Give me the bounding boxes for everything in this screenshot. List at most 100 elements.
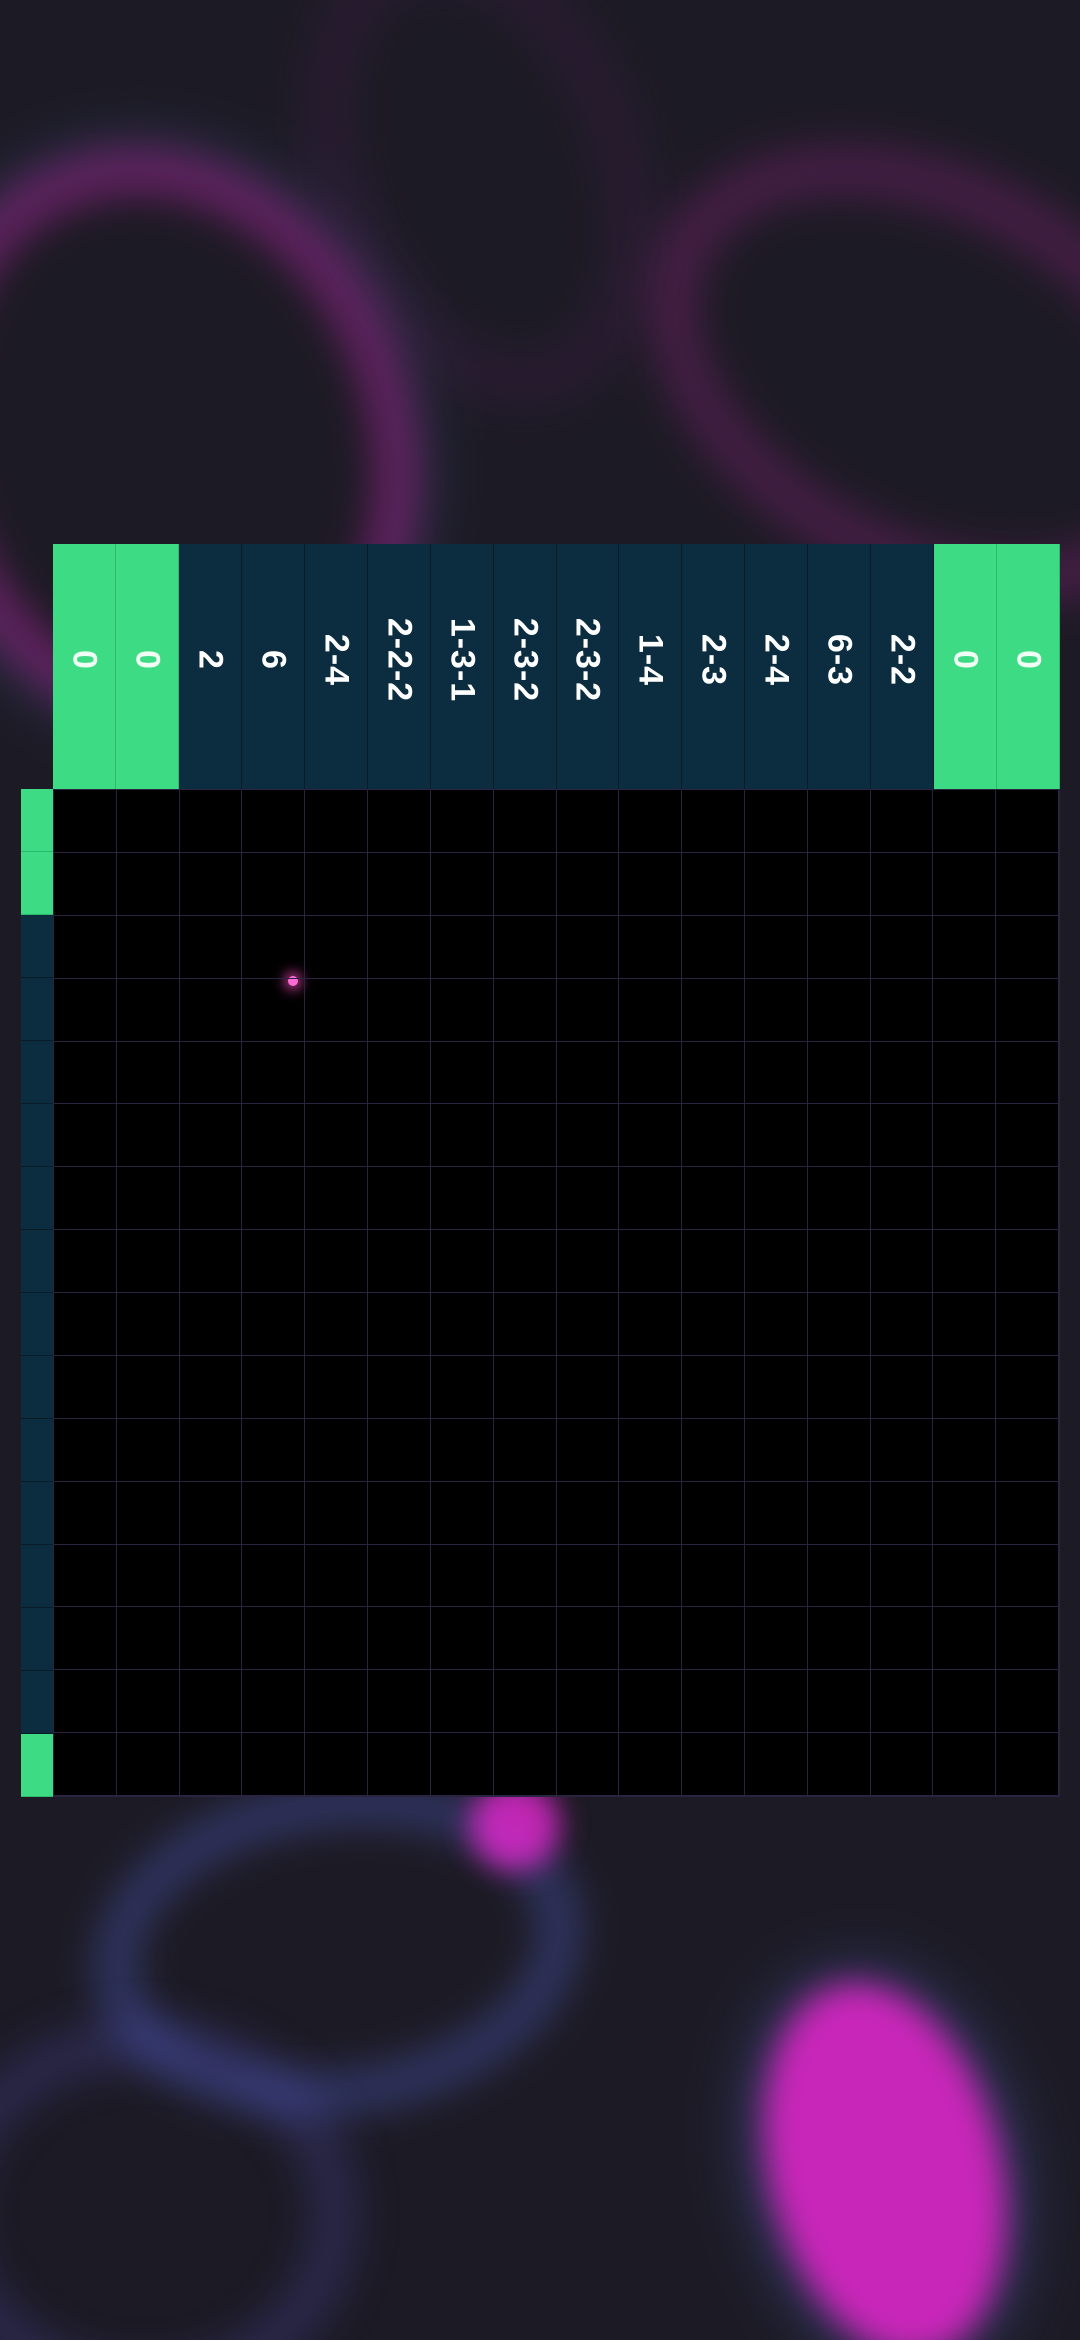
grid-cell[interactable] [368, 1670, 431, 1734]
grid-cell[interactable] [493, 1544, 557, 1608]
grid-cell[interactable] [807, 1355, 871, 1419]
grid-cell[interactable] [933, 1167, 997, 1231]
grid-cell[interactable] [54, 1481, 117, 1545]
grid-cell[interactable] [682, 1293, 745, 1356]
grid-cell[interactable] [305, 790, 369, 853]
grid-cell[interactable] [682, 1670, 745, 1734]
row-clue-4[interactable] [21, 978, 53, 1041]
column-clue-4[interactable]: 6 [241, 544, 305, 789]
grid-cell[interactable] [305, 978, 369, 1042]
grid-cell[interactable] [242, 1230, 306, 1293]
grid-cell[interactable] [493, 1230, 557, 1293]
grid-cell[interactable] [996, 978, 1059, 1042]
grid-cell[interactable] [619, 1733, 683, 1796]
row-clue-16[interactable] [21, 1734, 53, 1797]
grid-cell[interactable] [179, 1481, 243, 1545]
grid-cell[interactable] [870, 1041, 934, 1105]
grid-cell[interactable] [242, 978, 306, 1042]
grid-cell[interactable] [556, 852, 620, 916]
grid-cell[interactable] [556, 1733, 620, 1796]
grid-cell[interactable] [116, 1230, 180, 1293]
grid-cell[interactable] [430, 1481, 494, 1545]
grid-cell[interactable] [619, 1418, 683, 1482]
grid-cell[interactable] [933, 1104, 997, 1168]
grid-cell[interactable] [556, 1607, 620, 1671]
grid-cell[interactable] [305, 1293, 369, 1356]
grid-cell[interactable] [179, 1230, 243, 1293]
column-clue-6[interactable]: 2-2-2 [367, 544, 431, 789]
grid-cell[interactable] [493, 790, 557, 853]
grid-cell[interactable] [368, 915, 431, 979]
column-clue-8[interactable]: 2-3-2 [493, 544, 557, 789]
grid-cell[interactable] [996, 1733, 1059, 1796]
grid-cell[interactable] [807, 852, 871, 916]
grid-cell[interactable] [305, 1104, 369, 1168]
grid-cell[interactable] [556, 1041, 620, 1105]
grid-cell[interactable] [682, 1418, 745, 1482]
grid-cell[interactable] [179, 1355, 243, 1419]
grid-cell[interactable] [682, 1544, 745, 1608]
grid-cell[interactable] [179, 852, 243, 916]
grid-cell[interactable] [179, 1670, 243, 1734]
grid-cell[interactable] [870, 978, 934, 1042]
column-clue-3[interactable]: 2 [178, 544, 242, 789]
grid-cell[interactable] [619, 790, 683, 853]
grid-cell[interactable] [807, 1481, 871, 1545]
grid-cell[interactable] [242, 852, 306, 916]
grid-cell[interactable] [116, 1670, 180, 1734]
grid-cell[interactable] [116, 1544, 180, 1608]
grid-cell[interactable] [368, 978, 431, 1042]
grid-cell[interactable] [54, 790, 117, 853]
grid-cell[interactable] [996, 915, 1059, 979]
row-clue-1[interactable] [21, 789, 53, 852]
grid-cell[interactable] [54, 1041, 117, 1105]
column-clue-11[interactable]: 2-3 [682, 544, 746, 789]
grid-cell[interactable] [368, 1607, 431, 1671]
grid-cell[interactable] [242, 1041, 306, 1105]
grid-cell[interactable] [744, 1230, 808, 1293]
grid-cell[interactable] [430, 1293, 494, 1356]
grid-cell[interactable] [933, 1293, 997, 1356]
grid-cell[interactable] [619, 1230, 683, 1293]
grid-cell[interactable] [807, 1293, 871, 1356]
grid-cell[interactable] [179, 1607, 243, 1671]
grid-cell[interactable] [870, 1418, 934, 1482]
grid-cell[interactable] [870, 1733, 934, 1796]
grid-cell[interactable] [179, 1293, 243, 1356]
grid-cell[interactable] [870, 1104, 934, 1168]
grid-cell[interactable] [996, 1293, 1059, 1356]
row-clue-5[interactable] [21, 1041, 53, 1104]
grid-cell[interactable] [116, 978, 180, 1042]
row-clue-3[interactable] [21, 915, 53, 978]
grid-cell[interactable] [744, 978, 808, 1042]
grid-cell[interactable] [305, 1481, 369, 1545]
row-clue-7[interactable] [21, 1167, 53, 1230]
grid-cell[interactable] [116, 852, 180, 916]
grid-cell[interactable] [807, 790, 871, 853]
grid-cell[interactable] [870, 1355, 934, 1419]
grid-cell[interactable] [305, 1355, 369, 1419]
grid-cell[interactable] [619, 1041, 683, 1105]
grid-cell[interactable] [54, 1230, 117, 1293]
grid-cell[interactable] [305, 1670, 369, 1734]
grid-cell[interactable] [619, 852, 683, 916]
grid-cell[interactable] [933, 1230, 997, 1293]
row-clue-14[interactable] [21, 1608, 53, 1671]
column-clue-1[interactable]: 0 [53, 544, 116, 789]
grid-cell[interactable] [54, 978, 117, 1042]
grid-cell[interactable] [556, 790, 620, 853]
column-clue-10[interactable]: 1-4 [619, 544, 683, 789]
grid-cell[interactable] [368, 852, 431, 916]
grid-cell[interactable] [493, 1481, 557, 1545]
grid-cell[interactable] [54, 1607, 117, 1671]
grid-cell[interactable] [933, 1607, 997, 1671]
grid-cell[interactable] [493, 1293, 557, 1356]
grid-cell[interactable] [54, 1293, 117, 1356]
grid-cell[interactable] [682, 1104, 745, 1168]
grid-cell[interactable] [682, 1481, 745, 1545]
grid-cell[interactable] [807, 978, 871, 1042]
row-clue-2[interactable] [21, 852, 53, 915]
grid-cell[interactable] [116, 1733, 180, 1796]
grid-cell[interactable] [430, 1670, 494, 1734]
grid-cell[interactable] [870, 1167, 934, 1231]
